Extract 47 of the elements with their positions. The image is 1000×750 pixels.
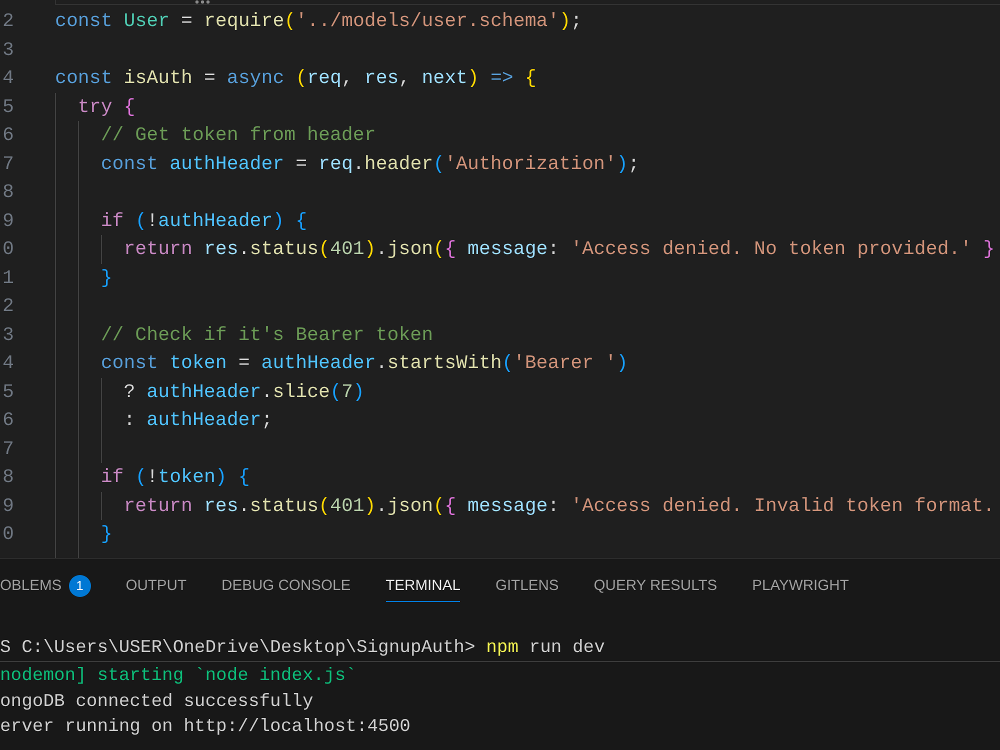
code-line: const isAuth = async (req, res, next) => {: [55, 66, 536, 91]
code-line: return res.status(401).json({ message: 'Access denied. Invalid token format.: [124, 494, 995, 518]
code-line: const authHeader = req.header('Authorization');: [100, 152, 640, 176]
line-number: 1: [2, 266, 14, 290]
line-number: 6: [2, 408, 14, 433]
line-number: 9: [2, 494, 14, 518]
line-number: 5: [2, 380, 14, 404]
code-line: // Get token from header: [100, 123, 376, 148]
panel-tab[interactable]: OUTPUT: [126, 571, 187, 602]
line-number: 8: [2, 465, 14, 490]
code-line: // Check if it's Bearer token: [100, 322, 434, 348]
line-number: 4: [2, 66, 14, 91]
code-line: if (!authHeader) {: [100, 208, 308, 234]
code-line: }: [100, 266, 112, 290]
panel-tab[interactable]: TERMINAL: [386, 571, 460, 602]
line-number: 3: [2, 322, 14, 348]
terminal-output-line: erver running on http://localhost:4500: [0, 716, 410, 740]
line-number: 0: [2, 522, 14, 547]
line-number: 2: [2, 9, 14, 34]
line-number: 7: [2, 436, 14, 462]
line-number: 5: [2, 94, 14, 120]
line-number: 3: [2, 38, 14, 62]
panel-tab[interactable]: OBLEMS 1: [0, 571, 91, 602]
dots-icon: [195, 0, 210, 4]
terminal-output-line: nodemon] starting `node index.js`: [0, 665, 356, 688]
line-number: 2: [2, 294, 14, 319]
code-line: const User = require('../models/user.schema');: [55, 9, 582, 34]
panel-tab[interactable]: GITLENS: [495, 571, 559, 602]
code-line: }: [100, 522, 112, 547]
line-number: 0: [2, 237, 14, 262]
terminal-command-line: S C:\Users\USER\OneDrive\Desktop\SignupAuth> npm run dev: [0, 638, 605, 658]
count-badge: 1: [68, 575, 91, 597]
panel-tab[interactable]: PLAYWRIGHT: [752, 571, 849, 602]
line-number: 4: [2, 351, 14, 376]
line-number: 7: [2, 152, 14, 176]
code-line: : authHeader;: [124, 408, 273, 433]
panel-tab[interactable]: DEBUG CONSOLE: [222, 571, 351, 602]
line-number: 6: [2, 123, 14, 148]
line-number: 9: [2, 208, 14, 234]
panel-tab[interactable]: QUERY RESULTS: [594, 571, 718, 602]
code-line: const token = authHeader.startsWith('Bearer '): [100, 351, 628, 376]
code-line: ? authHeader.slice(7): [124, 380, 364, 404]
line-number: 8: [2, 180, 14, 205]
code-line: try {: [78, 94, 136, 120]
code-line: if (!token) {: [100, 465, 250, 490]
code-line: return res.status(401).json({ message: 'Access denied. No token provided.' }: [124, 237, 995, 262]
terminal-output-line: ongoDB connected successfully: [0, 690, 314, 714]
